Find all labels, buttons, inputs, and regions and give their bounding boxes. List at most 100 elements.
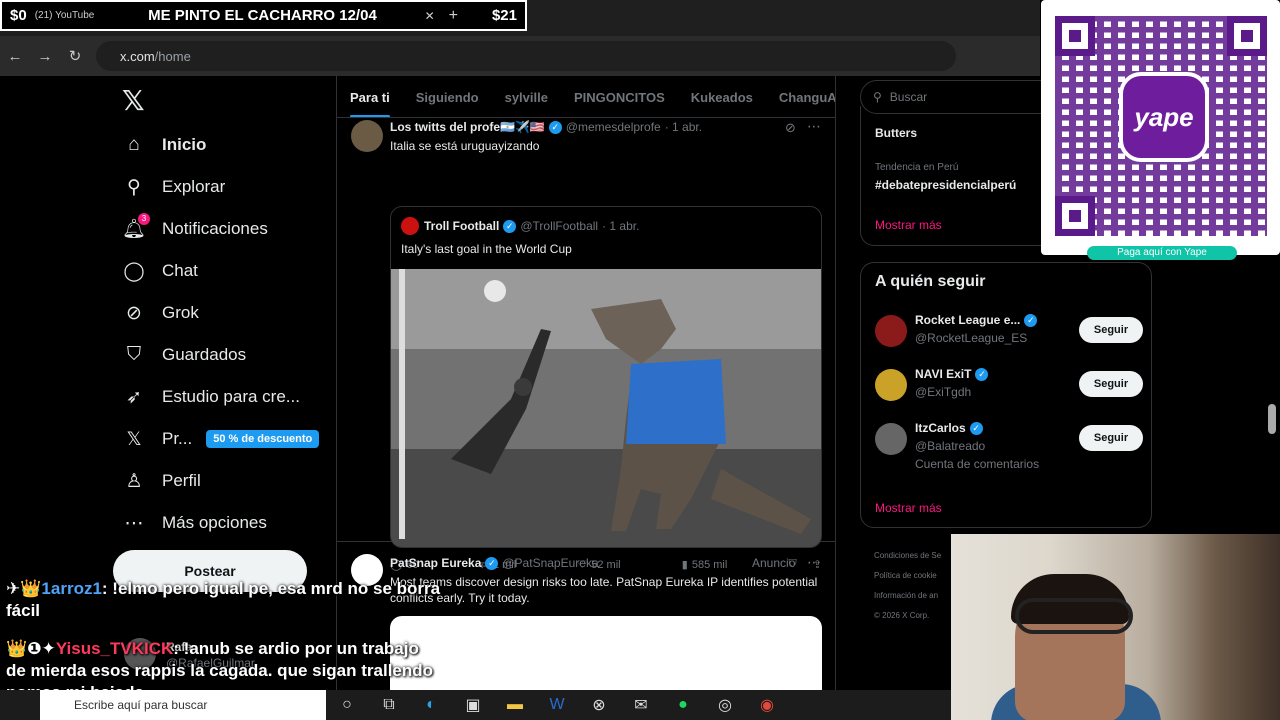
tweet-author-name[interactable]: Los twitts del profe🇦🇷✈️🇺🇸 (390, 120, 545, 134)
verified-icon: ✓ (969, 421, 983, 435)
sidebar-item-label: Explorar (162, 177, 226, 196)
sidebar-item-label: Guardados (162, 345, 247, 364)
reload-icon[interactable]: ↻ (60, 47, 90, 65)
tweet[interactable]: Los twitts del profe🇦🇷✈️🇺🇸 ✓ @memesdelpr… (337, 118, 835, 571)
obs-icon[interactable]: ◎ (704, 695, 746, 715)
taskbar: Escribe aquí para buscar ○ ⧉ ◐ ▣ ▬ W ⊗ ✉… (0, 690, 951, 720)
trend-item[interactable]: Butters (875, 126, 917, 140)
footer-link[interactable]: Información de an (874, 586, 941, 606)
chrome-icon[interactable]: ◉ (746, 695, 788, 715)
grok-icon[interactable]: ⊘ (785, 120, 796, 136)
sidebar-item-chat[interactable]: ◯ Chat (122, 254, 198, 288)
tab-pingoncitos[interactable]: PINGONCITOS (561, 76, 678, 117)
tweet-author-name[interactable]: PatSnap Eureka (390, 556, 481, 570)
youtube-tab-label[interactable]: (21) YouTube (35, 10, 95, 21)
sidebar-item-premium[interactable]: 𝕏 Pr... 50 % de descuento (122, 422, 320, 456)
sidebar-item-label: Perfil (162, 471, 201, 490)
sidebar-item-explore[interactable]: ⚲ Explorar (122, 170, 225, 204)
avatar[interactable] (875, 315, 907, 347)
tab-close-icon[interactable]: ✕ (425, 9, 435, 23)
show-more-link[interactable]: Mostrar más (875, 218, 942, 232)
tab-para-ti[interactable]: Para ti (337, 76, 403, 117)
sidebar-item-home[interactable]: ⌂ Inicio (122, 128, 206, 162)
xbox-icon[interactable]: ⊗ (578, 695, 620, 715)
taskbar-search-placeholder: Escribe aquí para buscar (74, 698, 208, 712)
show-more-link[interactable]: Mostrar más (875, 501, 942, 515)
follow-handle: @ExiTgdh (915, 385, 972, 399)
follow-button[interactable]: Seguir (1079, 317, 1143, 343)
sidebar-item-profile[interactable]: ♙ Perfil (122, 464, 201, 498)
follow-button[interactable]: Seguir (1079, 425, 1143, 451)
sidebar-item-bookmarks[interactable]: ⛉ Guardados (122, 338, 246, 372)
home-icon: ⌂ (128, 134, 140, 155)
avatar[interactable] (875, 369, 907, 401)
avatar[interactable] (351, 120, 383, 152)
tweet-date[interactable]: · 1 abr. (665, 120, 702, 134)
spotify-icon[interactable]: ● (662, 696, 704, 714)
chat-icon: ◯ (123, 260, 145, 282)
x-logo-icon[interactable]: 𝕏 (122, 84, 145, 117)
footer-links: Condiciones de Se Política de cookie Inf… (874, 546, 941, 626)
url-field[interactable]: x.com/home (96, 41, 956, 71)
verified-icon: ✓ (1024, 313, 1038, 327)
who-to-follow-panel: A quién seguir Rocket League e... ✓ @Rock… (860, 262, 1152, 528)
more-options-icon[interactable]: ⋯ (807, 118, 821, 135)
new-tab-icon[interactable]: + (449, 7, 458, 25)
tweet-text: Italia se está uruguayizando (390, 139, 540, 153)
chat-text: fácil (6, 601, 41, 620)
follow-button[interactable]: Seguir (1079, 371, 1143, 397)
footer-link[interactable]: Política de cookie (874, 566, 941, 586)
headphones-icon (1015, 598, 1133, 634)
tweet-image[interactable] (391, 269, 821, 547)
trend-item[interactable]: #debatepresidencialperú (875, 178, 1016, 192)
verified-icon: ✓ (548, 120, 562, 134)
mail-icon[interactable]: ✉ (620, 695, 662, 715)
bell-icon: 🔔︎ 3 (122, 213, 150, 241)
tab-changuarm[interactable]: ChanguArm (766, 76, 835, 117)
back-icon[interactable]: ← (0, 48, 30, 65)
tab-sylville[interactable]: sylville (492, 76, 561, 117)
yape-qr-overlay: yape Paga aquí con Yape (1041, 0, 1280, 260)
folder-icon[interactable]: ▬ (494, 696, 536, 714)
forward-icon[interactable]: → (30, 48, 60, 65)
follow-handle: @Balatreado (915, 439, 986, 453)
search-icon: ⚲ (127, 176, 141, 198)
sidebar-item-creator-studio[interactable]: ➶ Estudio para cre... (122, 380, 300, 414)
tab-siguiendo[interactable]: Siguiendo (403, 76, 492, 117)
tweet-author-handle[interactable]: @PatSnapEureka (502, 556, 598, 570)
taskbar-search-input[interactable]: Escribe aquí para buscar (40, 690, 326, 720)
quote-author-handle[interactable]: @TrollFootball (520, 219, 598, 233)
tab-kukeados[interactable]: Kukeados (678, 76, 766, 117)
follow-name: Rocket League e... ✓ (915, 313, 1041, 327)
quote-header: Troll Football ✓ @TrollFootball · 1 abr. (424, 219, 639, 233)
cortana-icon[interactable]: ○ (326, 696, 368, 714)
yape-logo: yape (1119, 72, 1209, 162)
edge-icon[interactable]: ◐ (410, 696, 452, 714)
follow-suggestion[interactable]: ItzCarlos ✓ @Balatreado Cuenta de comenta… (875, 419, 1143, 479)
avatar (401, 217, 419, 235)
tweet-header: PatSnap Eureka ✓ @PatSnapEureka (390, 556, 599, 570)
footer-link[interactable]: Condiciones de Se (874, 546, 941, 566)
stream-title: ME PINTO EL CACHARRO 12/04 (148, 7, 377, 24)
tweet-author-handle[interactable]: @memesdelprofe (566, 120, 661, 134)
word-icon[interactable]: W (536, 696, 578, 714)
quoted-tweet[interactable]: Troll Football ✓ @TrollFootball · 1 abr.… (390, 206, 822, 548)
follow-name: NAVI ExiT ✓ (915, 367, 992, 381)
avatar[interactable] (875, 423, 907, 455)
notification-badge: 3 (138, 213, 150, 225)
more-options-icon[interactable]: ⋯ (807, 554, 821, 571)
sidebar-item-grok[interactable]: ⊘ Grok (122, 296, 199, 330)
task-view-icon[interactable]: ⧉ (368, 696, 410, 714)
scrollbar-thumb[interactable] (1268, 404, 1276, 434)
trend-context: Tendencia en Perú (875, 162, 959, 173)
quote-author-name[interactable]: Troll Football (424, 219, 499, 233)
sidebar-item-notifications[interactable]: 🔔︎ 3 Notificaciones (122, 212, 268, 246)
stream-top-bar: $0 (21) YouTube ME PINTO EL CACHARRO 12/… (0, 0, 527, 31)
follow-suggestion[interactable]: Rocket League e... ✓ @RocketLeague_ES Seg… (875, 311, 1143, 355)
sidebar-item-more[interactable]: ⋯ Más opciones (122, 506, 267, 540)
follow-extra: Cuenta de comentarios (915, 457, 1040, 471)
chat-text: : !elmo pero igual pe, esa mrd no se bor… (101, 579, 441, 598)
stream-left-amount: $0 (10, 7, 27, 24)
follow-suggestion[interactable]: NAVI ExiT ✓ @ExiTgdh Seguir (875, 365, 1143, 409)
store-icon[interactable]: ▣ (452, 695, 494, 715)
